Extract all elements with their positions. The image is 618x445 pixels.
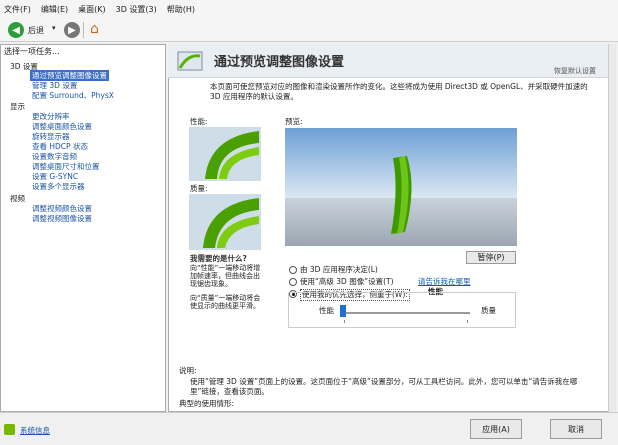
where-link[interactable]: 请告诉我在哪里 [418, 277, 471, 287]
menu-edit[interactable]: 编辑(E) [41, 4, 68, 15]
apply-button[interactable]: 应用(A) [470, 419, 522, 439]
home-icon[interactable]: ⌂ [90, 21, 99, 37]
help-quality-text: 向“质量”一端移动将会使显示的曲线更平滑。 [190, 294, 261, 310]
slider-right-label: 质量 [481, 306, 496, 315]
restore-defaults-link[interactable]: 恢复默认设置 [554, 66, 596, 76]
slider-ticks [344, 320, 468, 323]
radio-app-controlled[interactable] [289, 266, 297, 274]
nvidia-icon [4, 424, 15, 435]
tree-item-surround[interactable]: 配置 Surround、PhysX [32, 90, 114, 101]
radio-advanced-3d[interactable] [289, 278, 297, 286]
chevron-down-icon[interactable]: ▾ [52, 24, 56, 32]
back-arrow-icon[interactable]: ◀ [8, 22, 24, 38]
typical-usage-title: 典型的使用情形: [179, 399, 235, 408]
tree-category-video[interactable]: 视频 [10, 193, 25, 204]
menu-bar: 文件(F) 编辑(E) 桌面(K) 3D 设置(3) 帮助(H) [0, 0, 618, 18]
description-body: 使用“管理 3D 设置”页面上的设置。这页面位于“高级”设置部分，可从工具栏访问… [190, 377, 578, 396]
tree-item-multi-display[interactable]: 设置多个显示器 [32, 181, 85, 192]
slider-track[interactable] [342, 312, 470, 314]
menu-file[interactable]: 文件(F) [4, 4, 31, 15]
radio-advanced-3d-label[interactable]: 使用“高级 3D 图像”设置(T) [300, 277, 394, 287]
tree-item-video-image[interactable]: 调整视频图像设置 [32, 213, 92, 224]
page-banner: 通过预览调整图像设置 恢复默认设置 [168, 44, 608, 78]
toolbar: ◀ 后退 ▾ ▶ ⌂ [0, 18, 618, 42]
task-tree-title: 选择一项任务... [4, 47, 60, 56]
quality-label: 质量: [190, 184, 208, 193]
tree-category-display[interactable]: 显示 [10, 101, 25, 112]
menu-help[interactable]: 帮助(H) [167, 4, 195, 15]
menu-3d[interactable]: 3D 设置(3) [116, 4, 157, 15]
page-title: 通过预览调整图像设置 [214, 55, 345, 70]
scrollbar[interactable] [608, 44, 616, 412]
cancel-button[interactable]: 取消 [550, 419, 602, 439]
toolbar-divider [83, 22, 84, 38]
quality-thumbnail [189, 194, 261, 250]
forward-arrow-icon[interactable]: ▶ [64, 22, 80, 38]
page-description: 本页面可使您预览对应的图像和渲染设置所作的变化。这些将成为使用 Direct3D… [210, 82, 588, 101]
settings-page-icon [177, 51, 203, 71]
performance-label: 性能: [190, 117, 208, 126]
menu-desktop[interactable]: 桌面(K) [78, 4, 106, 15]
system-info-link[interactable]: 系统信息 [20, 425, 50, 436]
radio-app-controlled-label[interactable]: 由 3D 应用程序决定(L) [300, 265, 378, 275]
status-bar: 系统信息 应用(A) 取消 [0, 412, 618, 445]
description-title: 说明: [179, 366, 197, 375]
slider-left-label: 性能 [319, 306, 334, 315]
pause-button[interactable]: 暂停(P) [466, 251, 516, 264]
back-button[interactable]: 后退 [28, 25, 44, 36]
help-title: 我需要的是什么? [190, 254, 247, 263]
performance-thumbnail [189, 127, 261, 181]
preview-label: 预览: [285, 117, 303, 126]
preview-3d-viewport [285, 128, 517, 246]
help-performance-text: 向“性能”一端移动将增加帧速率，但曲线会出现锯齿现象。 [190, 264, 261, 288]
slider-thumb[interactable] [340, 305, 346, 317]
